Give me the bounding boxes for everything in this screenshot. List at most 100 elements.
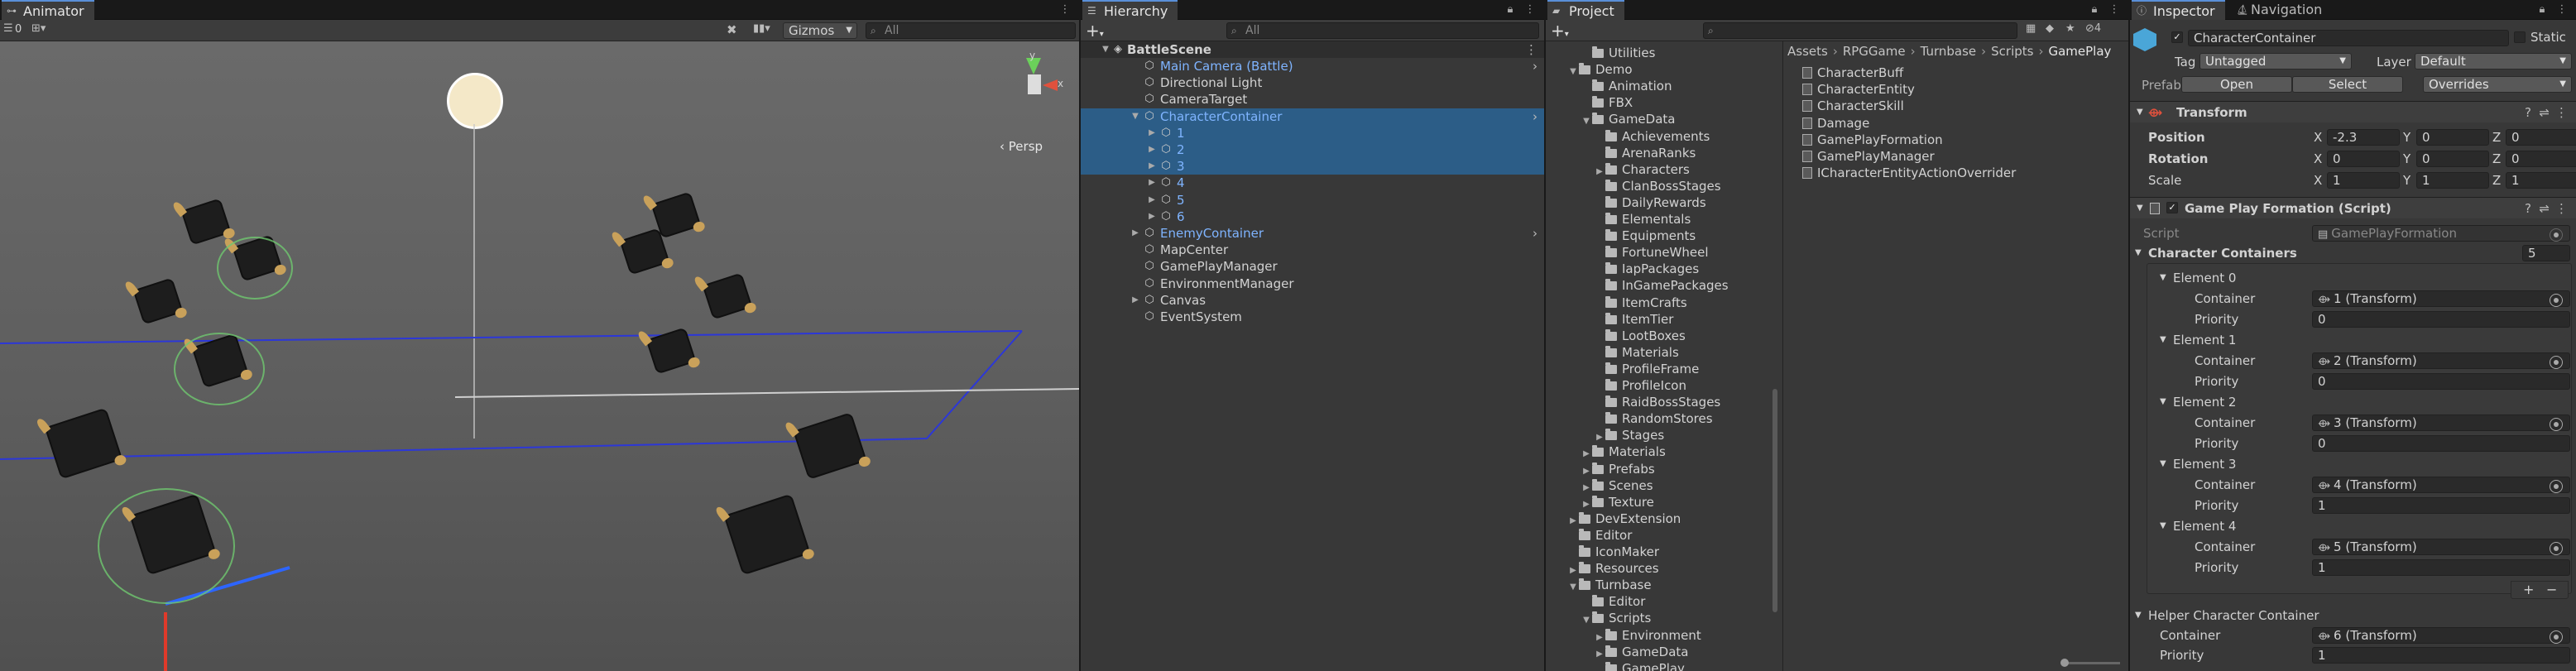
hierarchy-item[interactable]: ▶ ⬡ 5 — [1081, 192, 1544, 208]
folder-item[interactable]: RandomStores — [1594, 410, 1713, 427]
tab-animator[interactable]: ⊶ Animator — [2, 0, 94, 20]
folder-item[interactable]: Elementals — [1594, 211, 1691, 228]
hierarchy-item[interactable]: ⬡ CameraTarget — [1081, 91, 1544, 108]
expand-arrow-icon[interactable]: ▶ — [1147, 175, 1157, 191]
remove-element-icon[interactable]: − — [2546, 582, 2557, 597]
folder-item[interactable]: Editor — [1567, 527, 1632, 544]
element-header[interactable]: ▼ Element 2 — [2130, 392, 2576, 412]
collapse-arrow-icon[interactable]: ▼ — [2135, 243, 2142, 263]
script-file-item[interactable]: CharacterBuff — [1802, 65, 1903, 81]
layer-dropdown[interactable]: Default ▼ — [2415, 53, 2572, 69]
folder-item[interactable]: ▶ Resources — [1567, 560, 1658, 577]
script-file-item[interactable]: Damage — [1802, 115, 1869, 132]
folder-item[interactable]: ▶ Stages — [1594, 427, 1664, 443]
hierarchy-item[interactable]: ⬡ Main Camera (Battle) › — [1081, 58, 1544, 74]
hierarchy-item[interactable]: ▶ ⬡ 4 — [1081, 175, 1544, 191]
folder-item[interactable]: ClanBossStages — [1594, 178, 1721, 194]
folder-item[interactable]: InGamePackages — [1594, 277, 1729, 294]
icon-size-slider[interactable] — [2065, 662, 2120, 664]
folder-item[interactable]: FortuneWheel — [1594, 244, 1709, 261]
orientation-gizmo[interactable]: y x — [1008, 50, 1063, 114]
folder-item[interactable]: FBX — [1581, 94, 1633, 111]
scale-y-field[interactable]: 1 — [2416, 172, 2489, 189]
folder-item[interactable]: ▶ Scenes — [1581, 477, 1653, 494]
container-field[interactable]: ⟴ 2 (Transform) — [2312, 352, 2570, 369]
folder-item[interactable]: ▼ Scripts — [1581, 610, 1651, 626]
priority-field[interactable]: 1 — [2312, 559, 2570, 576]
element-header[interactable]: ▼ Element 0 — [2130, 268, 2576, 288]
hierarchy-item[interactable]: ▶ ⬡ 6 — [1081, 208, 1544, 225]
folder-item[interactable]: IapPackages — [1594, 261, 1699, 277]
presets-icon[interactable]: ⇌ — [2539, 198, 2550, 219]
slider-handle[interactable] — [2060, 659, 2069, 667]
scene-search-input[interactable]: ⌕ All — [866, 22, 1076, 39]
scene-row[interactable]: ▼ ◈ BattleScene ⋮ — [1081, 41, 1544, 58]
folder-item[interactable]: ItemCrafts — [1594, 295, 1687, 311]
collapse-arrow-icon[interactable]: ▼ — [2137, 198, 2143, 219]
component-enabled-checkbox[interactable]: ✓ — [2166, 202, 2178, 213]
helper-priority-field[interactable]: 1 — [2312, 647, 2570, 664]
collapse-arrow-icon[interactable]: ▼ — [2135, 606, 2142, 625]
folder-item[interactable]: ▶ DevExtension — [1567, 510, 1681, 527]
breadcrumb-item[interactable]: Turnbase — [1921, 44, 1977, 59]
hierarchy-item[interactable]: ⬡ GamePlayManager — [1081, 258, 1544, 275]
breadcrumb-item[interactable]: Assets — [1787, 44, 1828, 59]
help-icon[interactable]: ? — [2525, 102, 2531, 123]
breadcrumb-item[interactable]: Scripts — [1991, 44, 2033, 59]
project-split-divider[interactable] — [1782, 41, 1783, 671]
hierarchy-item[interactable]: ▶ ⬡ 1 — [1081, 124, 1544, 141]
component-menu-icon[interactable]: ⋮ — [2555, 198, 2568, 219]
folder-item[interactable]: Achievements — [1594, 128, 1710, 145]
active-checkbox[interactable]: ✓ — [2171, 31, 2183, 43]
position-z-field[interactable]: 0 — [2506, 129, 2576, 146]
gameplayformation-header[interactable]: ▼ ✓ Game Play Formation (Script) ? ⇌ ⋮ — [2130, 197, 2576, 218]
open-prefab-arrow-icon[interactable]: › — [1533, 225, 1537, 242]
collapse-arrow-icon[interactable]: ▼ — [2160, 268, 2166, 288]
container-field[interactable]: ⟴ 3 (Transform) — [2312, 415, 2570, 431]
open-prefab-arrow-icon[interactable]: › — [1533, 58, 1537, 74]
container-field[interactable]: ⟴ 1 (Transform) — [2312, 290, 2570, 307]
collapse-arrow-icon[interactable]: ▼ — [2160, 330, 2166, 350]
create-asset-button[interactable]: +▾ — [1551, 22, 1579, 40]
breadcrumb-item[interactable]: GamePlay — [2048, 44, 2111, 59]
container-field[interactable]: ⟴ 4 (Transform) — [2312, 477, 2570, 493]
element-header[interactable]: ▼ Element 4 — [2130, 516, 2576, 536]
prefab-open-button[interactable]: Open — [2181, 76, 2292, 93]
tab-hierarchy[interactable]: ☰ Hierarchy — [1082, 0, 1178, 20]
expand-arrow-icon[interactable]: ▶ — [1147, 208, 1157, 225]
breadcrumb-item[interactable]: RPGGame — [1843, 44, 1906, 59]
tag-dropdown[interactable]: Untagged ▼ — [2199, 53, 2352, 69]
folder-item[interactable]: Materials — [1594, 344, 1679, 361]
scale-x-field[interactable]: 1 — [2327, 172, 2400, 189]
folder-item[interactable]: ▶ Prefabs — [1581, 461, 1655, 477]
expand-arrow-icon[interactable]: ▶ — [1147, 141, 1157, 158]
presets-icon[interactable]: ⇌ — [2539, 102, 2550, 123]
hierarchy-item[interactable]: ⬡ Directional Light — [1081, 74, 1544, 91]
tab-navigation[interactable]: ⛵︎ Navigation — [2233, 0, 2322, 20]
folder-item[interactable]: IconMaker — [1567, 544, 1659, 560]
open-prefab-arrow-icon[interactable]: › — [1533, 108, 1537, 125]
expand-arrow-icon[interactable]: ▼ — [1567, 579, 1579, 596]
character-containers-row[interactable]: ▼ Character Containers 5 — [2130, 243, 2576, 263]
element-header[interactable]: ▼ Element 1 — [2130, 330, 2576, 350]
hierarchy-search-input[interactable]: ⌕ All — [1226, 22, 1539, 39]
folder-item[interactable]: ▶ Environment — [1594, 627, 1701, 644]
tab-inspector[interactable]: ⓘ Inspector — [2132, 0, 2225, 20]
object-picker-icon[interactable] — [2550, 630, 2563, 644]
folder-item[interactable]: DailyRewards — [1594, 194, 1706, 211]
expand-arrow-icon[interactable]: ▶ — [1130, 292, 1140, 309]
position-x-field[interactable]: -2.3 — [2327, 129, 2400, 146]
object-picker-icon[interactable] — [2550, 356, 2563, 369]
container-field[interactable]: ⟴ 5 (Transform) — [2312, 539, 2570, 555]
folder-item[interactable]: ArenaRanks — [1594, 145, 1696, 161]
priority-field[interactable]: 1 — [2312, 497, 2570, 514]
static-checkbox[interactable] — [2514, 31, 2526, 43]
collapse-arrow-icon[interactable]: ▼ — [2160, 392, 2166, 412]
priority-field[interactable]: 0 — [2312, 311, 2570, 328]
scale-z-field[interactable]: 1 — [2506, 172, 2576, 189]
folder-item[interactable]: ▼ GameData — [1581, 111, 1675, 127]
lock-icon[interactable]: 🔒︎ — [1503, 2, 1518, 17]
lock-icon[interactable]: 🔒︎ — [2087, 2, 2102, 17]
element-header[interactable]: ▼ Element 3 — [2130, 454, 2576, 474]
helper-container-header[interactable]: ▼ Helper Character Container — [2130, 606, 2576, 625]
